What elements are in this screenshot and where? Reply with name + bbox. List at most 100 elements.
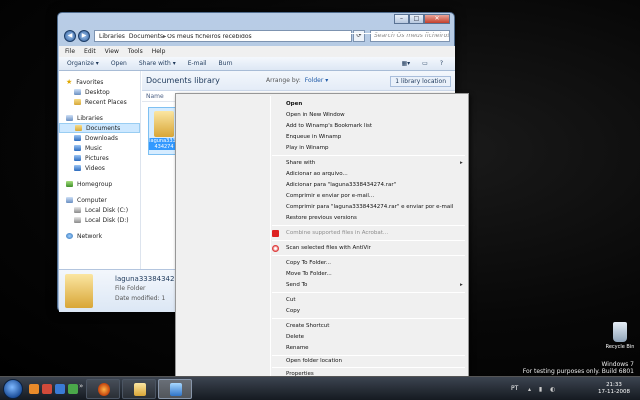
menu-item-add-archive[interactable]: Adicionar ao arquivo... [286, 169, 348, 179]
arrange-by-dropdown[interactable]: Folder ▾ [305, 77, 328, 84]
disk-icon [74, 217, 81, 223]
menu-separator [272, 318, 465, 319]
close-button[interactable]: ✕ [424, 14, 450, 24]
firefox-icon [98, 383, 110, 396]
nav-local-disk-c[interactable]: Local Disk (C:) [59, 205, 140, 215]
quicklaunch-icon[interactable] [55, 384, 65, 394]
menu-item-combine-acrobat[interactable]: Combine supported files in Acrobat... [286, 228, 388, 238]
library-header: Documents library Arrange by: Folder ▾ 1… [142, 71, 455, 91]
start-button[interactable] [3, 379, 23, 399]
nav-homegroup[interactable]: Homegroup [59, 179, 140, 189]
share-with-button[interactable]: Share with ▾ [139, 60, 176, 67]
menu-item-send-to[interactable]: Send To ▸ [286, 280, 463, 290]
star-icon: ★ [66, 78, 73, 86]
folder-icon [134, 383, 146, 396]
menu-item-play-winamp[interactable]: Play in Winamp [286, 143, 329, 153]
library-locations-button[interactable]: 1 library location [390, 76, 451, 87]
taskbar-explorer[interactable] [122, 379, 156, 399]
nav-desktop[interactable]: Desktop [59, 87, 140, 97]
library-title: Documents library [146, 76, 220, 85]
menu-item-rename[interactable]: Rename [286, 343, 309, 353]
forward-button[interactable]: ▶ [78, 30, 90, 42]
navigation-bar: ◀ ▶ Libraries ▸ Documents ▸ Os meus fichei… [64, 29, 450, 43]
breadcrumb-current-folder[interactable]: Os meus ficheiros recebidos ▸ [163, 32, 447, 40]
details-name: laguna3338434274 [115, 275, 184, 283]
taskbar-firefox[interactable] [86, 379, 120, 399]
quicklaunch-icon[interactable] [42, 384, 52, 394]
recent-places-icon [74, 99, 81, 105]
desktop-icon [74, 89, 81, 95]
open-button[interactable]: Open [111, 60, 127, 67]
menu-separator [272, 240, 465, 241]
menu-item-add-named-rar[interactable]: Adicionar para "laguna3338434274.rar" [286, 180, 396, 190]
nav-network[interactable]: Network [59, 231, 140, 241]
nav-music[interactable]: Music [59, 143, 140, 153]
acrobat-icon [272, 230, 279, 237]
menu-item-create-shortcut[interactable]: Create Shortcut [286, 321, 329, 331]
nav-downloads[interactable]: Downloads [59, 133, 140, 143]
nav-libraries[interactable]: Libraries [59, 113, 140, 123]
menu-item-copy-to-folder[interactable]: Copy To Folder... [286, 258, 331, 268]
libraries-icon [66, 115, 73, 121]
nav-local-disk-d[interactable]: Local Disk (D:) [59, 215, 140, 225]
maximize-button[interactable]: □ [409, 14, 424, 24]
folder-icon [154, 111, 174, 137]
view-options-icon[interactable]: ▦▾ [401, 60, 410, 67]
menu-separator [272, 225, 465, 226]
menu-item-delete[interactable]: Delete [286, 332, 304, 342]
menu-item-compress-named-email[interactable]: Comprimir para "laguna3338434274.rar" e … [286, 202, 453, 212]
menu-item-enqueue-winamp[interactable]: Enqueue in Winamp [286, 132, 341, 142]
downloads-icon [74, 135, 81, 141]
menu-item-restore-versions[interactable]: Restore previous versions [286, 213, 357, 223]
recycle-bin-icon [613, 322, 627, 342]
menu-item-move-to-folder[interactable]: Move To Folder... [286, 269, 332, 279]
address-bar[interactable]: Libraries ▸ Documents ▸ Os meus ficheiros … [94, 30, 447, 42]
nav-computer[interactable]: Computer [59, 195, 140, 205]
menu-item-share-with[interactable]: Share with ▸ [286, 158, 463, 168]
menu-separator [272, 292, 465, 293]
menu-item-open-folder-location[interactable]: Open folder location [286, 356, 342, 366]
menu-help[interactable]: Help [152, 48, 166, 55]
menu-item-scan-antivir[interactable]: Scan selected files with AntiVir [286, 243, 371, 253]
context-menu: Open Open in New Window Add to Winamp's … [175, 93, 469, 379]
nav-recent-places[interactable]: Recent Places [59, 97, 140, 107]
clock[interactable]: 21:33 17-11-2008 [596, 382, 632, 396]
burn-button[interactable]: Burn [219, 60, 233, 67]
menu-item-open[interactable]: Open [286, 99, 302, 109]
details-folder-icon [65, 274, 93, 308]
nav-documents[interactable]: Documents [59, 123, 140, 133]
nav-pictures[interactable]: Pictures [59, 153, 140, 163]
email-button[interactable]: E-mail [188, 60, 207, 67]
recycle-bin[interactable]: Recycle Bin [600, 322, 640, 350]
language-indicator[interactable]: PT [511, 385, 518, 392]
breadcrumb-libraries[interactable]: Libraries ▸ [99, 32, 447, 40]
menu-item-open-new-window[interactable]: Open in New Window [286, 110, 345, 120]
context-menu-icon-strip [270, 96, 271, 376]
menu-item-cut[interactable]: Cut [286, 295, 295, 305]
quicklaunch-icon[interactable] [29, 384, 39, 394]
navigation-pane: ★ Favorites Desktop Recent Places Librari… [59, 71, 141, 269]
system-tray-icons[interactable]: ▴ ▮ ◐ [528, 386, 558, 393]
help-icon[interactable]: ? [440, 60, 443, 67]
nav-favorites[interactable]: ★ Favorites [59, 77, 140, 87]
window-controls: – □ ✕ [394, 14, 450, 24]
computer-icon [66, 197, 73, 203]
menu-item-copy[interactable]: Copy [286, 306, 300, 316]
menu-file[interactable]: File [65, 48, 75, 55]
menu-edit[interactable]: Edit [84, 48, 96, 55]
recycle-bin-label: Recycle Bin [605, 344, 635, 350]
organize-button[interactable]: Organize ▾ [67, 60, 99, 67]
taskbar: » PT ▴ ▮ ◐ 21:33 17-11-2008 [0, 376, 640, 400]
nav-videos[interactable]: Videos [59, 163, 140, 173]
breadcrumb-documents[interactable]: Documents ▸ [129, 32, 447, 40]
preview-pane-icon[interactable]: ▭ [422, 60, 428, 67]
back-button[interactable]: ◀ [64, 30, 76, 42]
menu-item-compress-email[interactable]: Comprimir e enviar por e-mail... [286, 191, 374, 201]
quicklaunch-icon[interactable] [68, 384, 78, 394]
taskbar-active-app[interactable] [158, 379, 192, 399]
menu-tools[interactable]: Tools [128, 48, 143, 55]
minimize-button[interactable]: – [394, 14, 409, 24]
menu-view[interactable]: View [105, 48, 119, 55]
menu-item-winamp-bookmark[interactable]: Add to Winamp's Bookmark list [286, 121, 372, 131]
network-icon [66, 233, 73, 239]
